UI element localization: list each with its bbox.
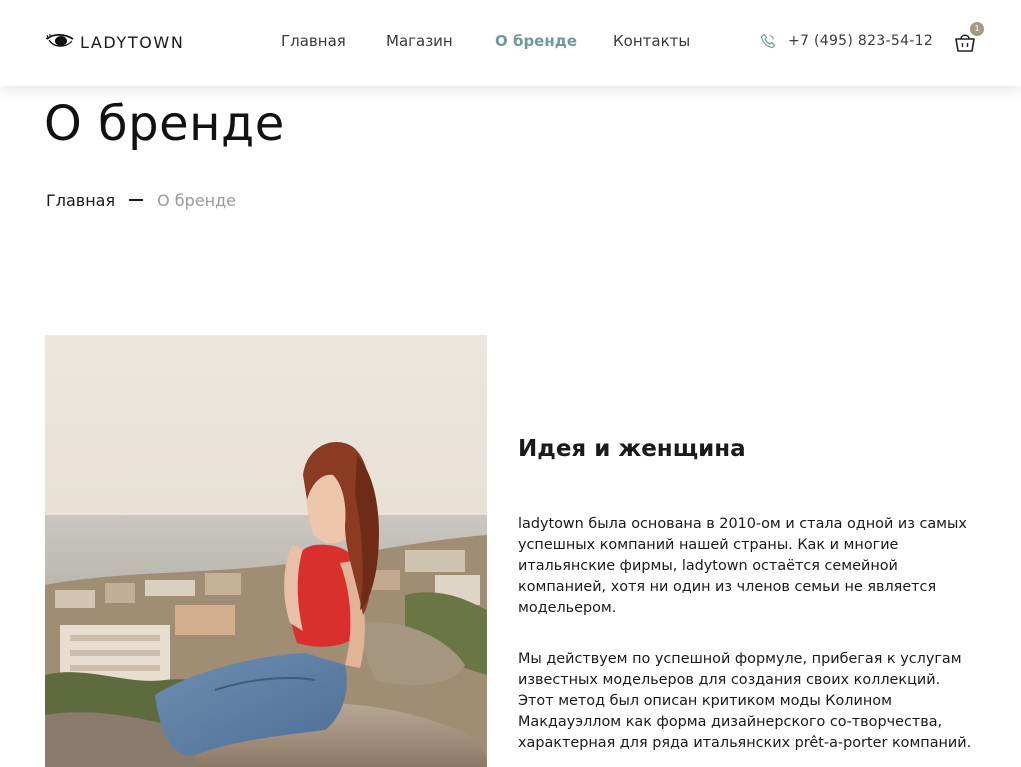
cart-count-badge: 1 [970,22,984,36]
nav-item-home[interactable]: Главная [281,32,346,50]
phone-icon [760,33,776,49]
breadcrumb-separator [129,199,144,201]
breadcrumb: Главная О бренде [46,189,236,211]
nav-item-about[interactable]: О бренде [495,32,577,50]
site-header: LADYTOWN Главная Магазин О бренде Контак… [0,0,1021,86]
phone-number: +7 (495) 823-54-12 [788,33,934,49]
nav-item-contacts[interactable]: Контакты [613,32,690,50]
section-heading: Идея и женщина [518,436,746,462]
woman-on-rocks-photo [45,335,487,767]
logo-text: LADYTOWN [80,32,185,52]
logo[interactable]: LADYTOWN [46,31,184,53]
nav-item-shop[interactable]: Магазин [386,32,453,50]
about-photo [45,335,487,767]
about-paragraph-2: Мы действуем по успешной формуле, прибег… [518,651,972,751]
breadcrumb-current: О бренде [157,190,237,210]
page-title: О бренде [44,96,285,152]
about-paragraph-1: ladytown была основана в 2010-ом и стала… [518,516,967,616]
eye-logo-icon [46,33,74,47]
phone-link[interactable]: +7 (495) 823-54-12 [760,31,933,51]
breadcrumb-home-link[interactable]: Главная [46,191,115,210]
